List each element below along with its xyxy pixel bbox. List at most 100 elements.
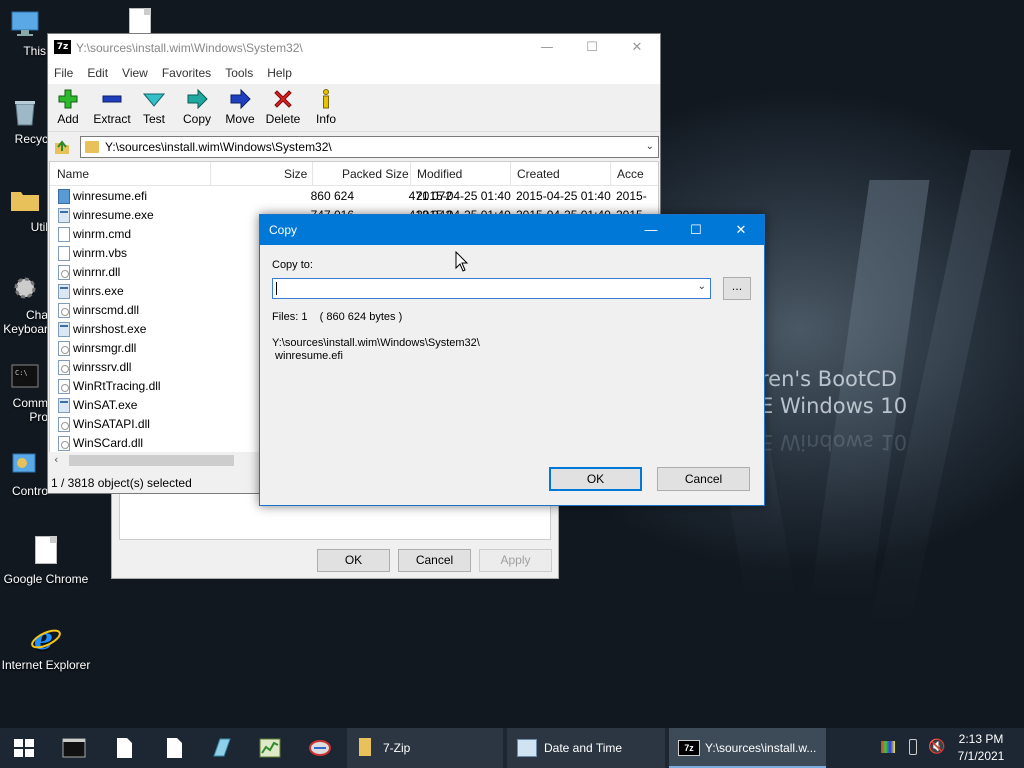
delete-button[interactable]: Delete [261,88,305,126]
properties-apply-button[interactable]: Apply [479,549,552,572]
files-info: Files: 1 ( 860 624 bytes ) [272,311,403,323]
desktop-icon-change-keyboard[interactable]: Cha Keyboar [2,272,48,336]
ok-button[interactable]: OK [549,467,642,491]
menu-file[interactable]: File [54,62,73,84]
dll-file-icon [58,265,70,280]
desktop-icon-google-chrome[interactable]: Google Chrome [0,536,92,586]
menu-help[interactable]: Help [267,62,292,84]
copy-to-combobox[interactable]: ⌄ [272,278,711,299]
column-size[interactable]: Size [284,167,307,181]
file-name: winresume.efi [73,189,148,203]
copy-dialog-maximize-button[interactable]: ☐ [673,215,719,245]
volume-muted-icon[interactable]: 🔇 [928,738,945,755]
scrollbar-thumb[interactable] [69,455,234,466]
taskbar-item-7zip-window[interactable]: 7z Y:\sources\install.w... [669,728,826,768]
properties-cancel-button[interactable]: Cancel [398,549,471,572]
internet-explorer-icon: e [30,622,62,657]
file-name: winrscmd.dll [73,303,140,317]
taskbar-cmd-icon[interactable] [62,736,86,760]
folder-icon [359,738,371,756]
start-button[interactable] [12,736,36,760]
move-button[interactable]: Move [218,88,262,126]
info-icon [323,89,329,109]
minimize-button[interactable]: — [524,34,570,62]
wallpaper-brand-reflection: E Windows 10 [760,430,908,454]
text-caret [276,282,277,295]
dll-file-icon [58,379,70,394]
taskbar-file-icon[interactable] [112,736,136,760]
file-name: winresume.exe [73,208,154,222]
clock[interactable]: 2:13 PM 7/1/2021 [950,728,1012,768]
usb-icon[interactable] [909,739,917,755]
copy-dialog-title-bar[interactable]: Copy — ☐ ✕ [260,215,764,245]
menu-tools[interactable]: Tools [225,62,253,84]
menu-favorites[interactable]: Favorites [162,62,211,84]
menu-edit[interactable]: Edit [87,62,108,84]
executable-file-icon [58,322,70,337]
file-name: winrsmgr.dll [73,341,137,355]
dll-file-icon [58,341,70,356]
horizontal-scrollbar[interactable]: ‹ [49,452,264,469]
menu-bar: File Edit View Favorites Tools Help [48,62,660,84]
desktop-icon-this-pc[interactable]: This [2,8,48,58]
file-name: winrm.vbs [73,246,128,260]
file-size: 860 624 [310,189,354,203]
info-button[interactable]: Info [304,88,348,126]
extract-button[interactable]: Extract [90,88,134,126]
check-arrow-icon [143,93,165,107]
desktop-icon-recycle-bin[interactable]: Recyc [2,96,48,146]
desktop-icon-command-prompt[interactable]: C:\ Comm Pro [2,360,48,424]
copy-button[interactable]: Copy [175,88,219,126]
browse-button[interactable]: ... [723,277,751,300]
text-file-icon [58,227,70,242]
add-button[interactable]: Add [46,88,90,126]
column-accessed[interactable]: Acce [617,167,644,181]
taskbar-item-date-and-time[interactable]: Date and Time [507,728,665,768]
address-input[interactable]: Y:\sources\install.wim\Windows\System32\… [80,136,659,158]
control-panel-icon [9,448,41,480]
taskbar-task-manager-icon[interactable] [258,736,282,760]
minus-icon [102,95,122,103]
cancel-button[interactable]: Cancel [657,467,750,491]
maximize-button[interactable]: ☐ [569,34,615,62]
taskbar-disk-tool-icon[interactable] [210,736,234,760]
text-file-icon [58,246,70,261]
taskbar-item-7zip[interactable]: 7-Zip [347,728,503,768]
chevron-down-icon[interactable]: ⌄ [646,137,654,157]
folder-up-icon[interactable] [52,137,72,157]
column-created[interactable]: Created [517,167,560,181]
table-row[interactable]: winresume.efi 860 624 471 072 2015-04-25 01… [50,187,658,206]
desktop-icon-control-panel[interactable]: Contro [2,448,48,498]
scroll-left-icon[interactable]: ‹ [54,453,58,466]
test-button[interactable]: Test [132,88,176,126]
close-button[interactable]: ✕ [614,34,660,62]
copy-to-label: Copy to: [272,259,313,271]
column-modified[interactable]: Modified [417,167,462,181]
window-title-bar[interactable]: 7z Y:\sources\install.wim\Windows\System… [48,34,660,62]
desktop-icon-internet-explorer[interactable]: e Internet Explorer [0,622,92,672]
file-name: WinRtTracing.dll [73,379,161,393]
taskbar-file-icon[interactable] [162,736,186,760]
display-icon[interactable] [881,741,895,753]
executable-file-icon [58,398,70,413]
file-created: 2015-04-25 01:40 [516,189,611,203]
toolbar: Add Extract Test Copy Move Delete Info [48,84,660,132]
dll-file-icon [58,360,70,375]
copy-dialog-title: Copy [269,223,298,237]
chevron-down-icon[interactable]: ⌄ [698,281,706,292]
taskbar-network-icon[interactable] [308,736,332,760]
file-accessed: 2015- [616,189,647,203]
recycle-bin-icon [9,96,41,128]
properties-dialog: OK Cancel Apply [111,494,559,579]
copy-dialog-close-button[interactable]: ✕ [718,215,764,245]
properties-ok-button[interactable]: OK [317,549,390,572]
file-name: winrssrv.dll [73,360,132,374]
desktop-icon-utilities[interactable]: Util [2,184,48,234]
copy-arrow-icon [187,88,208,110]
copy-dialog-minimize-button[interactable]: — [628,215,674,245]
efi-file-icon [58,189,70,204]
column-packed-size[interactable]: Packed Size [342,167,409,181]
menu-view[interactable]: View [122,62,148,84]
column-name[interactable]: Name [57,167,89,181]
file-name: winrnr.dll [73,265,121,279]
